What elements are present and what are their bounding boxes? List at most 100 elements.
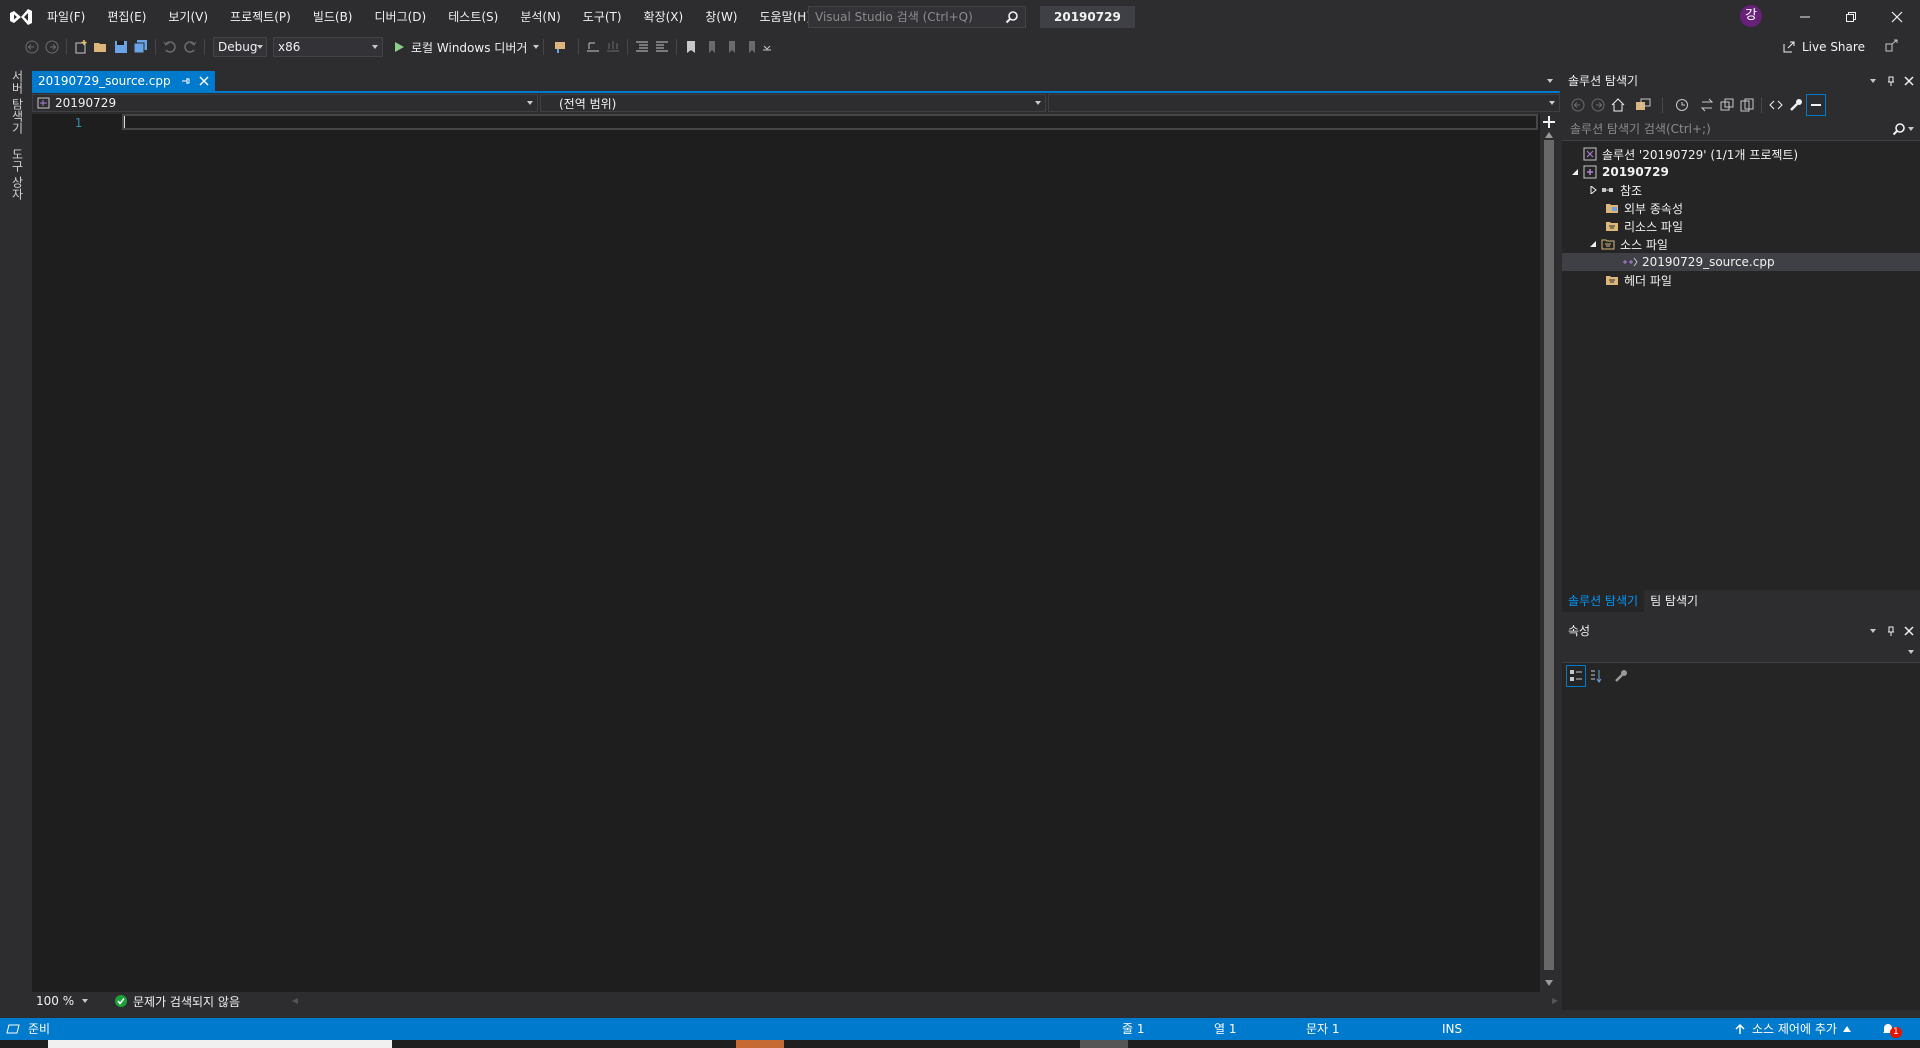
new-project-button[interactable] — [71, 36, 91, 58]
se-properties-button[interactable] — [1786, 94, 1806, 116]
project-navigation-dropdown[interactable]: 20190729 — [32, 94, 538, 112]
close-tab-button[interactable] — [199, 76, 209, 86]
prev-bookmark-button[interactable] — [701, 36, 721, 58]
save-all-button[interactable] — [131, 36, 151, 58]
scroll-down-button[interactable] — [1545, 980, 1553, 986]
status-char[interactable]: 문자 1 — [1306, 1018, 1340, 1040]
properties-object-dropdown[interactable] — [1562, 642, 1920, 663]
live-share-button[interactable]: Live Share — [1782, 36, 1865, 58]
status-column[interactable]: 열 1 — [1214, 1018, 1237, 1040]
menu-view[interactable]: 보기(V) — [157, 0, 219, 34]
close-panel-button[interactable] — [1904, 626, 1914, 636]
tree-project[interactable]: 20190729 — [1562, 163, 1920, 181]
solution-explorer-search[interactable] — [1562, 118, 1920, 141]
tree-source-files[interactable]: 소스 파일 — [1562, 235, 1920, 253]
browse-button[interactable] — [548, 36, 574, 58]
issues-indicator[interactable]: 문제가 검색되지 않음 — [114, 992, 240, 1010]
tree-solution[interactable]: 솔루션 '20190729' (1/1개 프로젝트) — [1562, 145, 1920, 163]
se-collapse-all-button[interactable] — [1717, 94, 1737, 116]
zoom-dropdown[interactable]: 100 % — [32, 992, 92, 1010]
step-into-button[interactable] — [583, 36, 603, 58]
editor-horizontal-scrollbar[interactable] — [292, 998, 1558, 1004]
solution-configuration-dropdown[interactable]: Debug — [213, 37, 267, 57]
step-over-button[interactable] — [603, 36, 623, 58]
menu-edit[interactable]: 편집(E) — [96, 0, 157, 34]
feedback-button[interactable] — [1884, 38, 1900, 54]
search-icon[interactable] — [1005, 10, 1019, 24]
minimize-button[interactable] — [1782, 0, 1828, 34]
menu-project[interactable]: 프로젝트(P) — [219, 0, 302, 34]
expand-arrow-icon[interactable] — [1568, 168, 1582, 176]
split-editor-button[interactable] — [1543, 116, 1555, 128]
menu-analyze[interactable]: 분석(N) — [509, 0, 571, 34]
open-file-button[interactable] — [91, 36, 111, 58]
se-show-all-files-button[interactable] — [1737, 94, 1757, 116]
next-bookmark-button[interactable] — [721, 36, 741, 58]
menu-extensions[interactable]: 확장(X) — [633, 0, 695, 34]
tab-solution-explorer[interactable]: 솔루션 탐색기 — [1562, 590, 1645, 612]
tab-toolbox[interactable]: 도구 상자 — [9, 148, 26, 200]
expand-arrow-icon[interactable] — [1586, 240, 1600, 248]
uncomment-button[interactable] — [652, 36, 672, 58]
menu-window[interactable]: 창(W) — [694, 0, 748, 34]
vs-search-input[interactable] — [809, 7, 1011, 27]
toolbar-overflow-button[interactable] — [761, 36, 773, 58]
tab-source-file[interactable]: 20190729_source.cpp — [32, 71, 215, 91]
navigate-back-button[interactable] — [22, 36, 42, 58]
tree-header-files[interactable]: 헤더 파일 — [1562, 271, 1920, 289]
auto-hide-button[interactable] — [1886, 626, 1896, 636]
menu-test[interactable]: 테스트(S) — [437, 0, 509, 34]
tree-references[interactable]: 참조 — [1562, 181, 1920, 199]
menu-tools[interactable]: 도구(T) — [572, 0, 633, 34]
code-editor[interactable]: 1 — [32, 114, 1540, 992]
property-pages-button[interactable] — [1606, 665, 1636, 687]
solution-explorer-search-input[interactable] — [1568, 121, 1872, 137]
menu-file[interactable]: 파일(F) — [36, 0, 96, 34]
close-window-button[interactable] — [1874, 0, 1920, 34]
scrollbar-thumb[interactable] — [1544, 140, 1554, 970]
auto-hide-button[interactable] — [1886, 76, 1896, 86]
menu-build[interactable]: 빌드(B) — [302, 0, 364, 34]
start-debugging-button[interactable]: 로컬 Windows 디버거 — [393, 36, 540, 58]
se-back-button[interactable] — [1568, 94, 1588, 116]
tree-source-file-cpp[interactable]: 20190729_source.cpp — [1562, 253, 1920, 271]
se-pending-changes-filter[interactable] — [1667, 94, 1697, 116]
user-avatar[interactable]: 강 — [1740, 5, 1762, 27]
tab-overflow-dropdown[interactable] — [1547, 79, 1553, 83]
se-preview-button[interactable] — [1806, 94, 1826, 116]
add-to-source-control-button[interactable]: 소스 제어에 추가 — [1734, 1018, 1851, 1040]
collapse-arrow-icon[interactable] — [1586, 186, 1600, 194]
tree-external-deps[interactable]: 외부 종속성 — [1562, 199, 1920, 217]
window-position-dropdown[interactable] — [1870, 79, 1876, 83]
close-panel-button[interactable] — [1904, 76, 1914, 86]
status-line[interactable]: 줄 1 — [1122, 1018, 1145, 1040]
tab-team-explorer[interactable]: 팀 탐색기 — [1644, 590, 1704, 612]
alphabetical-button[interactable] — [1586, 665, 1606, 687]
window-position-dropdown[interactable] — [1870, 629, 1876, 633]
taskbar-app-button[interactable] — [1080, 1040, 1128, 1048]
comment-button[interactable] — [632, 36, 652, 58]
restore-button[interactable] — [1828, 0, 1874, 34]
save-button[interactable] — [111, 36, 131, 58]
editor-vertical-scrollbar[interactable] — [1540, 114, 1558, 992]
search-options-button[interactable] — [1892, 122, 1914, 136]
bookmark-button[interactable] — [681, 36, 701, 58]
redo-button[interactable] — [180, 36, 200, 58]
status-insert-mode[interactable]: INS — [1442, 1018, 1462, 1040]
scope-navigation-dropdown[interactable]: (전역 범위) — [540, 94, 1046, 112]
se-sync-button[interactable] — [1697, 94, 1717, 116]
notifications-button[interactable]: 1 — [1880, 1018, 1902, 1040]
navigate-forward-button[interactable] — [42, 36, 62, 58]
se-home-button[interactable] — [1608, 94, 1628, 116]
tab-server-explorer[interactable]: 서버 탐색기 — [9, 70, 26, 134]
vs-search-box[interactable] — [808, 6, 1026, 28]
clear-bookmarks-button[interactable] — [741, 36, 761, 58]
solution-platform-dropdown[interactable]: x86 — [273, 37, 383, 57]
tree-resource-files[interactable]: 리소스 파일 — [1562, 217, 1920, 235]
member-navigation-dropdown[interactable] — [1048, 94, 1560, 112]
se-switch-views-button[interactable] — [1628, 94, 1658, 116]
pin-tab-button[interactable] — [181, 76, 191, 86]
menu-debug[interactable]: 디버그(D) — [364, 0, 438, 34]
taskbar-app-button[interactable] — [736, 1040, 784, 1048]
scroll-up-button[interactable] — [1545, 132, 1553, 138]
